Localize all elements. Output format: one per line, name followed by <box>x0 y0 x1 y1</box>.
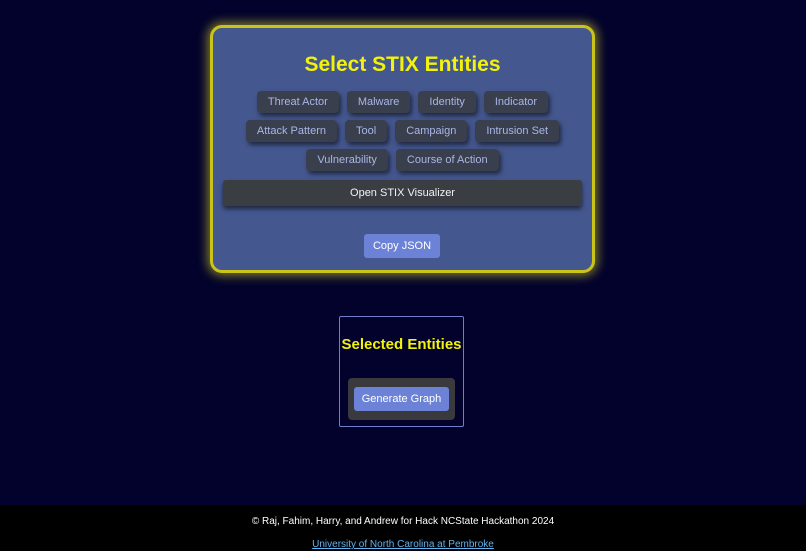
footer-link-container: University of North Carolina at Pembroke <box>0 539 806 550</box>
entity-button-intrusion-set[interactable]: Intrusion Set <box>475 120 560 142</box>
entity-button-campaign[interactable]: Campaign <box>395 120 468 142</box>
footer-credit: © Raj, Fahim, Harry, and Andrew for Hack… <box>251 516 555 527</box>
entity-button-attack-pattern[interactable]: Attack Pattern <box>245 120 337 142</box>
entity-button-threat-actor[interactable]: Threat Actor <box>256 91 339 113</box>
entity-button-indicator[interactable]: Indicator <box>483 91 549 113</box>
page: Select STIX Entities Threat Actor Malwar… <box>0 0 806 551</box>
entity-row-1: Threat Actor Malware Identity Indicator <box>213 91 592 113</box>
entity-button-vulnerability[interactable]: Vulnerability <box>306 149 388 171</box>
generate-graph-button[interactable]: Generate Graph <box>354 387 449 411</box>
open-visualizer-button[interactable]: Open STIX Visualizer <box>223 180 582 206</box>
entity-button-course-of-action[interactable]: Course of Action <box>395 149 499 171</box>
copy-json-button[interactable]: Copy JSON <box>364 234 440 258</box>
footer: © Raj, Fahim, Harry, and Andrew for Hack… <box>0 505 806 551</box>
entity-button-identity[interactable]: Identity <box>418 91 476 113</box>
entity-button-malware[interactable]: Malware <box>346 91 411 113</box>
generate-graph-container: Generate Graph <box>348 378 455 420</box>
entity-button-tool[interactable]: Tool <box>345 120 388 142</box>
selected-entities-box: Selected Entities Generate Graph <box>339 316 464 427</box>
entity-row-2: Attack Pattern Tool Campaign Intrusion S… <box>213 120 592 142</box>
panel-title: Select STIX Entities <box>304 53 501 76</box>
entity-row-3: Vulnerability Course of Action <box>213 149 592 171</box>
university-link[interactable]: University of North Carolina at Pembroke <box>312 539 494 550</box>
selected-entities-title: Selected Entities <box>341 336 462 353</box>
stix-selector-panel: Select STIX Entities Threat Actor Malwar… <box>210 25 595 273</box>
